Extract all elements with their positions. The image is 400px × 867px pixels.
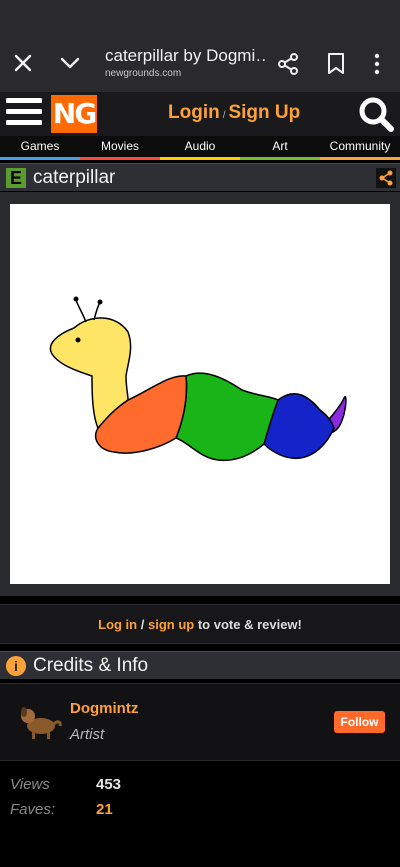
nav-item-audio[interactable]: Audio (160, 136, 240, 160)
faves-value: 21 (96, 801, 113, 818)
login-link[interactable]: Login (168, 102, 220, 123)
category-nav: Games Movies Audio Art Community (0, 136, 400, 160)
vote-prompt: Log in / sign up to vote & review! (0, 604, 400, 644)
credits-panel: Dogmintz Artist Follow (0, 683, 400, 761)
rating-e-icon: E (6, 168, 26, 188)
views-label: Views (10, 776, 50, 793)
follow-button[interactable]: Follow (334, 711, 385, 733)
bookmark-icon[interactable] (326, 52, 346, 76)
artist-avatar[interactable] (14, 698, 64, 744)
menu-icon[interactable] (6, 98, 42, 130)
vote-login-link[interactable]: Log in (98, 617, 137, 632)
signup-link[interactable]: Sign Up (228, 102, 300, 123)
nav-item-art[interactable]: Art (240, 136, 320, 160)
more-vert-icon[interactable] (370, 52, 384, 76)
nav-item-games[interactable]: Games (0, 136, 80, 160)
ng-logo[interactable]: NG (51, 95, 97, 133)
vote-separator: / (140, 617, 145, 632)
nav-item-community[interactable]: Community (320, 136, 400, 160)
artwork-panel (0, 192, 400, 596)
faves-label: Faves: (10, 801, 56, 818)
share-small-icon[interactable] (376, 168, 396, 188)
page-url[interactable]: newgrounds.com (105, 68, 181, 79)
views-value: 453 (96, 776, 122, 793)
views-row: Views 453 (10, 776, 121, 793)
nav-item-movies[interactable]: Movies (80, 136, 160, 160)
artwork-image[interactable] (10, 204, 390, 584)
login-separator: / (222, 110, 226, 121)
artist-name[interactable]: Dogmintz (70, 700, 138, 717)
art-title: caterpillar (33, 167, 116, 188)
tab-title: caterpillar by Dogmi… (105, 46, 265, 65)
vote-suffix: to vote & review! (197, 617, 302, 632)
close-icon[interactable] (12, 52, 34, 74)
caterpillar-drawing (49, 296, 347, 462)
art-title-bar: E caterpillar (0, 163, 400, 191)
artist-role: Artist (70, 726, 105, 743)
browser-toolbar: caterpillar by Dogmi… newgrounds.com (0, 0, 400, 92)
stats-panel: Views 453 Faves: 21 (0, 762, 400, 867)
share-icon[interactable] (276, 52, 300, 76)
credits-header: i Credits & Info (0, 651, 400, 679)
chevron-down-icon[interactable] (58, 52, 82, 74)
faves-row: Faves: 21 (10, 801, 113, 818)
credits-title: Credits & Info (33, 655, 149, 676)
login-signup: Login / Sign Up (168, 102, 300, 124)
search-icon[interactable] (357, 96, 395, 132)
site-header: NG Login / Sign Up (0, 92, 400, 136)
info-icon: i (6, 656, 26, 676)
vote-signup-link[interactable]: sign up (148, 617, 194, 632)
